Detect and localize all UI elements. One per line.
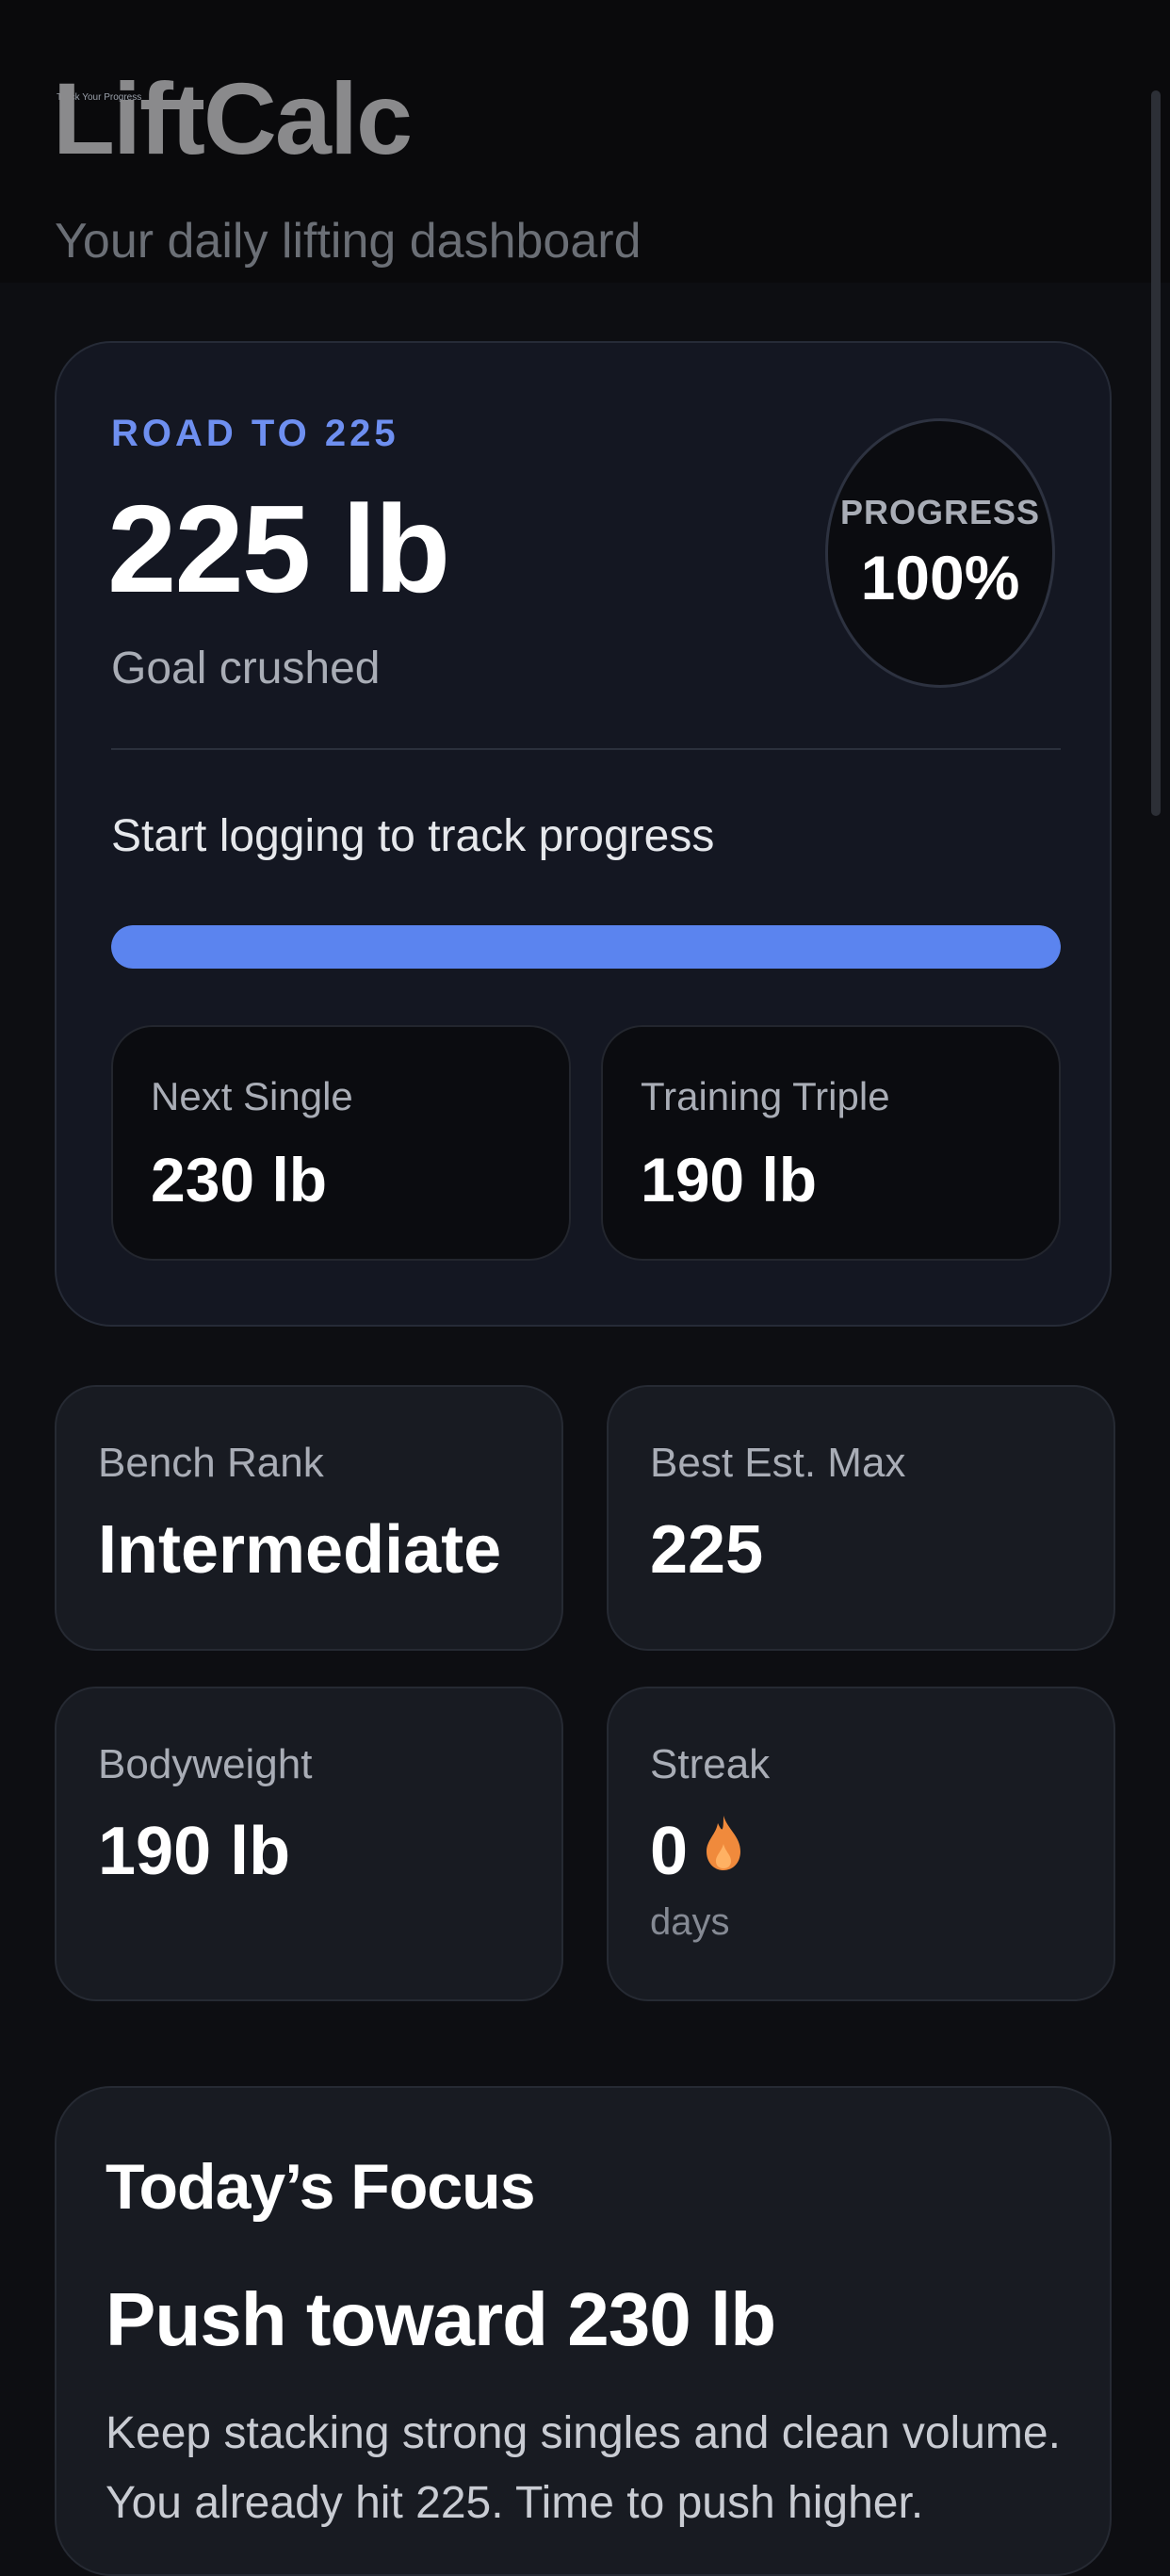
- goal-weight: 225 lb: [107, 480, 450, 618]
- bodyweight-card[interactable]: Bodyweight 190 lb: [55, 1687, 563, 2001]
- streak-value-row: 0: [650, 1813, 742, 1890]
- divider: [111, 748, 1061, 750]
- todays-focus-card: Today’s Focus Push toward 230 lb Keep st…: [55, 2086, 1112, 2576]
- header-subtitle: Your daily lifting dashboard: [55, 214, 642, 269]
- training-triple-value: 190 lb: [641, 1145, 818, 1215]
- bodyweight-value: 190 lb: [98, 1814, 291, 1889]
- scrollbar[interactable]: [1151, 90, 1161, 816]
- tracking-message: Start logging to track progress: [111, 811, 715, 861]
- progress-label: PROGRESS: [839, 493, 1041, 531]
- focus-heading: Today’s Focus: [106, 2151, 536, 2223]
- next-single-value: 230 lb: [151, 1145, 328, 1215]
- focus-body: Keep stacking strong singles and clean v…: [106, 2408, 1061, 2528]
- bench-rank-label: Bench Rank: [98, 1440, 324, 1486]
- progress-value: 100%: [860, 543, 1020, 612]
- bodyweight-label: Bodyweight: [98, 1741, 313, 1787]
- streak-label: Streak: [650, 1741, 771, 1787]
- training-triple-label: Training Triple: [641, 1074, 890, 1118]
- flame-icon: [705, 1811, 742, 1888]
- progress-bar: [111, 925, 1061, 969]
- best-est-max-label: Best Est. Max: [650, 1440, 906, 1486]
- app-header: Track Your Progress LiftCalc Your daily …: [0, 0, 1170, 283]
- best-est-max-card[interactable]: Best Est. Max 225: [607, 1385, 1115, 1651]
- best-est-max-value: 225: [650, 1512, 764, 1588]
- streak-card[interactable]: Streak 0 days: [607, 1687, 1115, 2001]
- streak-unit: days: [650, 1901, 730, 1943]
- progress-ring: PROGRESS 100%: [825, 418, 1055, 688]
- streak-value: 0: [650, 1814, 689, 1889]
- goal-status: Goal crushed: [111, 644, 381, 693]
- bench-rank-value: Intermediate: [98, 1512, 502, 1588]
- bench-rank-card[interactable]: Bench Rank Intermediate: [55, 1385, 563, 1651]
- progress-bar-fill: [111, 925, 1061, 969]
- app-name: LiftCalc: [53, 61, 413, 175]
- next-single-label: Next Single: [151, 1074, 353, 1118]
- training-triple-card[interactable]: Training Triple 190 lb: [601, 1025, 1061, 1261]
- goal-card: ROAD TO 225 225 lb Goal crushed PROGRESS…: [55, 341, 1112, 1327]
- focus-title: Push toward 230 lb: [106, 2277, 776, 2361]
- goal-eyebrow: ROAD TO 225: [111, 413, 399, 454]
- next-single-card[interactable]: Next Single 230 lb: [111, 1025, 571, 1261]
